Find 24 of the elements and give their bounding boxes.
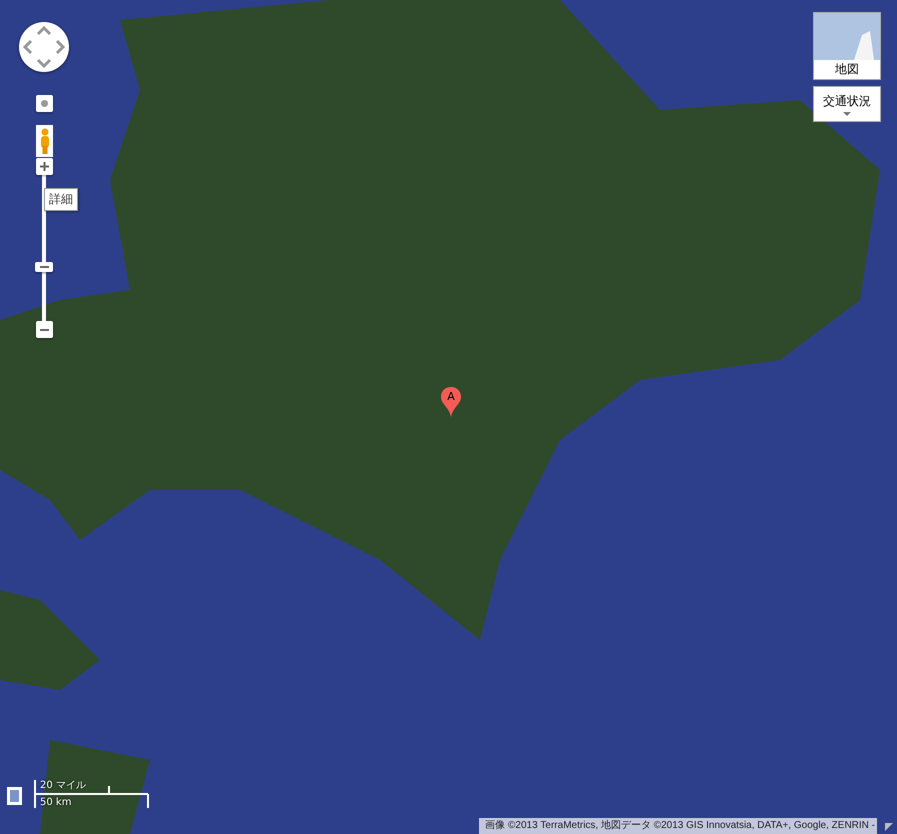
map-type-button[interactable]: 地図 <box>813 12 881 80</box>
plus-icon <box>40 162 49 171</box>
dot-icon <box>41 100 48 107</box>
zoom-slider-thumb[interactable] <box>35 262 53 272</box>
person-icon <box>40 128 50 154</box>
minus-icon <box>40 328 49 330</box>
caret-icon <box>843 112 851 116</box>
map-thumbnail-icon <box>814 13 880 60</box>
zoom-in-button[interactable] <box>36 158 53 175</box>
scale-km-label: 50 km <box>40 797 72 808</box>
satellite-map[interactable]: 詳細 地図 交通状況 A 20 マイル 50 km 画像 ©2013 TerraMetrics, 地図データ ©2013 GIS Innovatsia, DATA+, Google, ZENRIN - <box>0 0 897 834</box>
location-button[interactable] <box>36 95 53 112</box>
resize-corner-icon[interactable] <box>883 821 895 833</box>
ruler-icon <box>7 787 22 805</box>
minus-icon <box>40 266 48 268</box>
scale-bar-icon <box>34 778 150 810</box>
pan-control[interactable] <box>19 22 69 72</box>
scale-miles-label: 20 マイル <box>40 779 86 792</box>
street-view-button[interactable] <box>36 125 53 157</box>
attribution-text: 画像 ©2013 TerraMetrics, 地図データ ©2013 GIS Innovatsia, DATA+, Google, ZENRIN - <box>479 818 877 834</box>
zoom-tooltip: 詳細 <box>44 188 78 211</box>
map-marker[interactable]: A <box>441 387 461 417</box>
traffic-dropdown[interactable]: 交通状況 <box>813 86 881 122</box>
zoom-out-button[interactable] <box>36 321 53 338</box>
